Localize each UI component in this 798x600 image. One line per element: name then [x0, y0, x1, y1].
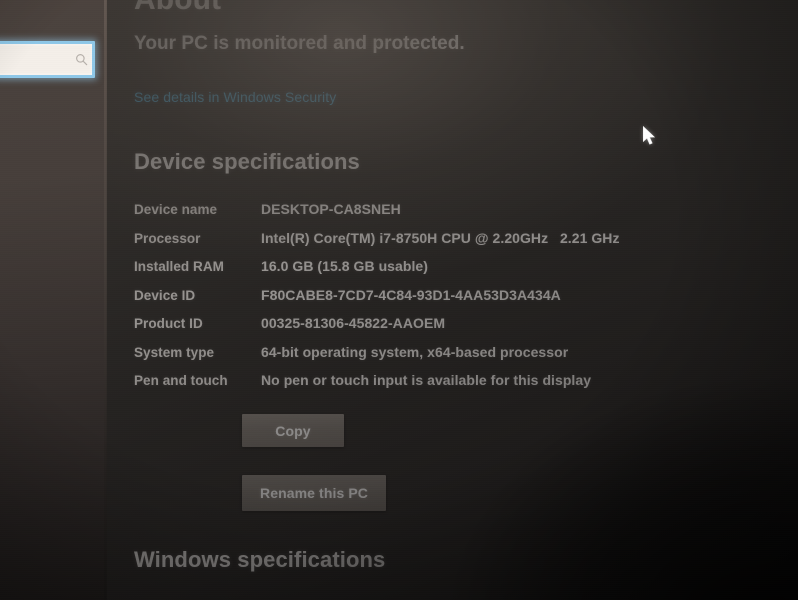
- spec-row-pen-and-touch: Pen and touch No pen or touch input is a…: [134, 372, 734, 401]
- sidebar-divider: [104, 0, 107, 600]
- spec-label: Device name: [134, 202, 218, 217]
- search-icon: [70, 44, 92, 75]
- spec-value: No pen or touch input is available for t…: [261, 372, 592, 388]
- page-title: About: [134, 0, 221, 17]
- spec-label: System type: [134, 344, 215, 360]
- spec-row-processor: Processor Intel(R) Core(TM) i7-8750H CPU…: [134, 230, 734, 259]
- spec-value: F80CABE8-7CD7-4C84-93D1-4AA53D3A434A: [261, 286, 561, 303]
- spec-value: 00325-81306-45822-AAOEM: [261, 315, 446, 331]
- protection-status-text: Your PC is monitored and protected.: [134, 33, 465, 54]
- spec-row-device-name: Device name DESKTOP-CA8SNEH: [134, 201, 734, 230]
- rename-this-pc-button[interactable]: Rename this PC: [242, 475, 386, 511]
- spec-value: 64-bit operating system, x64-based proce…: [261, 343, 569, 360]
- spec-row-installed-ram: Installed RAM 16.0 GB (15.8 GB usable): [134, 258, 734, 287]
- settings-about-screen: About Your PC is monitored and protected…: [0, 0, 798, 600]
- spec-row-system-type: System type 64-bit operating system, x64…: [134, 344, 734, 373]
- spec-value: 16.0 GB (15.8 GB usable): [261, 258, 428, 274]
- spec-label: Installed RAM: [134, 259, 224, 274]
- spec-row-product-id: Product ID 00325-81306-45822-AAOEM: [134, 315, 734, 344]
- windows-security-link[interactable]: See details in Windows Security: [134, 89, 336, 105]
- device-specifications-heading: Device specifications: [134, 149, 360, 174]
- spec-label: Processor: [134, 230, 201, 246]
- search-input[interactable]: [0, 41, 95, 78]
- spec-label: Product ID: [134, 316, 203, 331]
- spec-label: Pen and touch: [134, 373, 228, 388]
- device-specifications-table: Device name DESKTOP-CA8SNEH Processor In…: [134, 201, 734, 401]
- spec-value: DESKTOP-CA8SNEH: [261, 201, 401, 217]
- about-content-pane: About Your PC is monitored and protected…: [106, 0, 798, 600]
- spec-label: Device ID: [134, 287, 196, 303]
- copy-button[interactable]: Copy: [242, 414, 344, 447]
- spec-value: Intel(R) Core(TM) i7-8750H CPU @ 2.20GHz…: [261, 229, 620, 246]
- windows-specifications-heading: Windows specifications: [134, 547, 386, 572]
- settings-sidebar: [0, 0, 106, 600]
- spec-row-device-id: Device ID F80CABE8-7CD7-4C84-93D1-4AA53D…: [134, 287, 734, 316]
